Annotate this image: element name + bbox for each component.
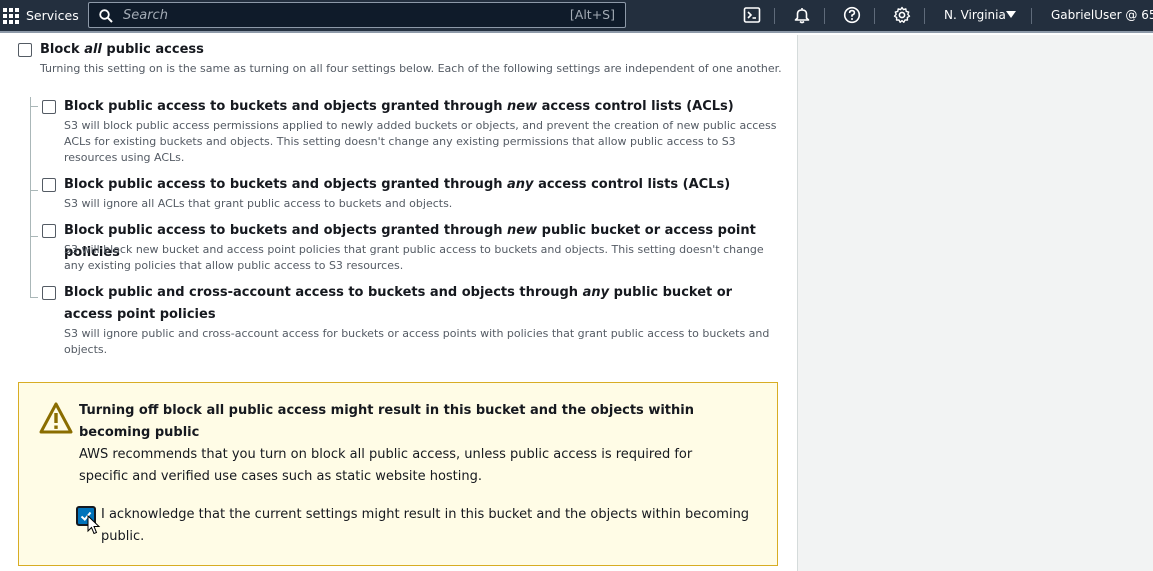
help-icon[interactable] bbox=[843, 6, 861, 24]
acknowledge-label[interactable]: I acknowledge that the current settings … bbox=[101, 504, 761, 548]
grid-icon[interactable] bbox=[3, 8, 19, 24]
public-access-warning-alert: Turning off block all public access migh… bbox=[18, 382, 778, 566]
nav-divider bbox=[824, 8, 825, 24]
warning-title: Turning off block all public access migh… bbox=[79, 403, 694, 440]
tree-connector bbox=[30, 106, 38, 107]
tree-connector bbox=[30, 236, 38, 237]
option-new-acls-description: S3 will block public access permissions … bbox=[64, 119, 777, 164]
search-bar[interactable]: [Alt+S] bbox=[88, 2, 626, 28]
option-new-acls-title: Block public access to buckets and objec… bbox=[64, 99, 734, 114]
search-shortcut-hint: [Alt+S] bbox=[569, 7, 615, 22]
option-any-acls-checkbox[interactable] bbox=[42, 178, 56, 192]
block-all-description: Turning this setting on is the same as t… bbox=[40, 62, 782, 75]
tree-connector bbox=[30, 97, 31, 298]
option-any-acls-description: S3 will ignore all ACLs that grant publi… bbox=[64, 197, 453, 210]
region-selector[interactable]: N. Virginia bbox=[944, 8, 1006, 22]
tree-connector bbox=[30, 190, 38, 191]
nav-divider bbox=[874, 8, 875, 24]
search-input[interactable] bbox=[123, 6, 543, 24]
block-all-label: Block all public access bbox=[40, 42, 204, 57]
services-menu-button[interactable]: Services bbox=[26, 8, 79, 23]
search-icon bbox=[99, 9, 113, 23]
warning-body: AWS recommends that you turn on block al… bbox=[79, 447, 693, 484]
option-new-policies-checkbox[interactable] bbox=[42, 224, 56, 238]
caret-down-icon[interactable] bbox=[1006, 11, 1016, 18]
account-menu[interactable]: GabrielUser @ 654 bbox=[1051, 8, 1153, 22]
option-new-policies-description: S3 will block new bucket and access poin… bbox=[64, 243, 764, 272]
option-any-acls-title: Block public access to buckets and objec… bbox=[64, 177, 731, 192]
cloudshell-icon[interactable] bbox=[743, 6, 761, 24]
tree-connector bbox=[30, 297, 38, 298]
nav-divider bbox=[774, 8, 775, 24]
nav-divider bbox=[1031, 8, 1032, 24]
block-all-checkbox[interactable] bbox=[18, 43, 32, 57]
option-new-acls-checkbox[interactable] bbox=[42, 100, 56, 114]
option-any-policies-title: Block public and cross-account access to… bbox=[64, 285, 733, 322]
nav-divider bbox=[924, 8, 925, 24]
option-any-policies-checkbox[interactable] bbox=[42, 286, 56, 300]
settings-icon[interactable] bbox=[893, 6, 911, 24]
bell-icon[interactable] bbox=[793, 6, 811, 24]
top-navigation-bar: Services [Alt+S] N. Virginia GabrielUser… bbox=[0, 0, 1153, 33]
side-panel bbox=[797, 35, 1153, 571]
mouse-cursor-icon bbox=[87, 515, 101, 535]
option-any-policies-description: S3 will ignore public and cross-account … bbox=[64, 327, 770, 356]
warning-icon bbox=[39, 402, 73, 434]
